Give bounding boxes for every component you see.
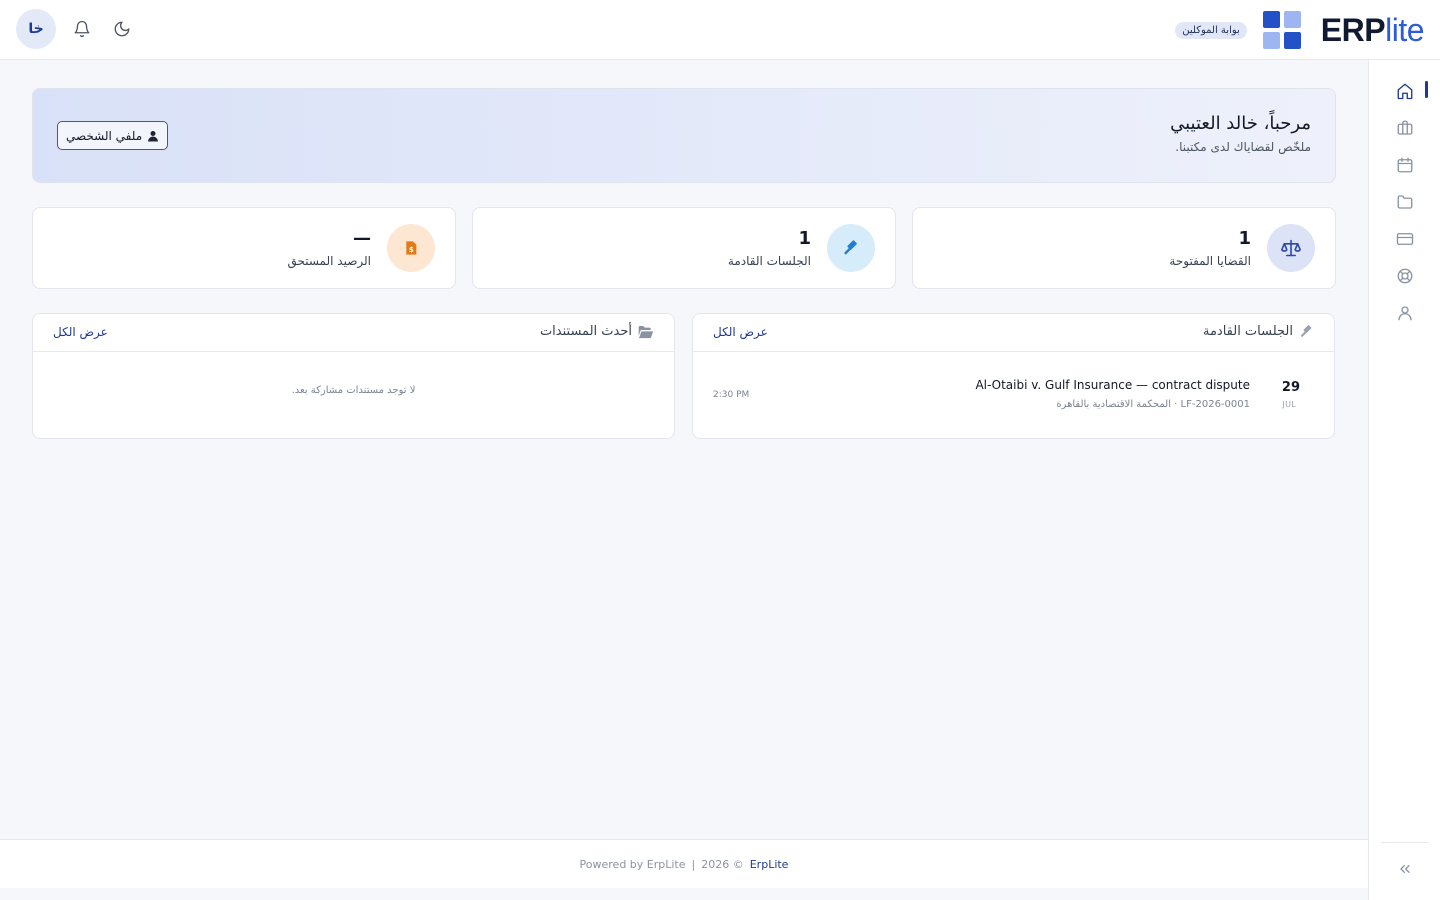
active-indicator — [1425, 81, 1428, 98]
logo-erp: ERP — [1320, 12, 1386, 48]
stat-value: — — [353, 228, 371, 249]
my-profile-button[interactable]: ملفي الشخصي — [57, 121, 169, 150]
powered-by-text: Powered by ErpLite — [579, 857, 686, 871]
session-day: 29 — [1281, 380, 1300, 395]
footer-separator: | — [691, 857, 696, 871]
stat-card-open-cases[interactable]: 1 القضايا المفتوحة — [912, 207, 1336, 289]
credit-card-icon — [1396, 233, 1414, 245]
brand-link[interactable]: ErpLite — [750, 858, 789, 871]
logo-lite: lite — [1385, 12, 1424, 48]
session-title: Al-Otaibi v. Gulf Insurance — contract d… — [975, 378, 1250, 392]
session-item[interactable]: 29 JUL Al-Otaibi v. Gulf Insurance — con… — [693, 366, 1334, 426]
home-icon — [1397, 83, 1413, 100]
moon-icon[interactable] — [112, 19, 132, 39]
logo-icon — [1262, 11, 1301, 49]
sidebar-divider — [1381, 842, 1428, 843]
stat-label: القضايا المفتوحة — [1169, 254, 1251, 268]
footer: Powered by ErpLite | 2026 © ErpLite — [0, 839, 1368, 888]
logo-text[interactable]: ERPlite — [1320, 12, 1425, 48]
session-subtitle: LF-2026-0001 · المحكمة الاقتصادية بالقاه… — [1056, 399, 1250, 410]
folder-open-icon — [638, 325, 654, 338]
folder-icon — [1397, 195, 1413, 209]
gavel-icon — [827, 224, 875, 272]
welcome-title: مرحباً، خالد العتيبي — [1170, 113, 1311, 134]
lifebuoy-icon — [1397, 268, 1413, 284]
upcoming-sessions-panel: الجلسات القادمة عرض الكل 29 JUL Al-Otaib… — [692, 313, 1335, 439]
session-month: JUL — [1282, 400, 1296, 409]
stat-value: 1 — [1238, 228, 1251, 249]
panel-header: أحدث المستندات عرض الكل — [33, 314, 674, 352]
my-profile-label: ملفي الشخصي — [66, 128, 143, 143]
panel-title: أحدث المستندات — [540, 324, 654, 339]
invoice-icon: $ — [387, 224, 435, 272]
svg-text:$: $ — [409, 245, 414, 254]
stat-card-upcoming-sessions[interactable]: 1 الجلسات القادمة — [472, 207, 896, 289]
sidebar-item-profile[interactable] — [1395, 303, 1415, 323]
brand: بوابة الموكلين ERPlite — [1175, 10, 1424, 50]
panel-title-text: أحدث المستندات — [539, 324, 632, 339]
sidebar — [1368, 60, 1440, 900]
view-all-documents-link[interactable]: عرض الكل — [53, 325, 108, 339]
user-icon — [148, 130, 159, 141]
user-avatar[interactable]: خا — [16, 9, 56, 49]
sidebar-item-support[interactable] — [1395, 266, 1415, 286]
user-icon — [1398, 306, 1412, 321]
recent-documents-panel: أحدث المستندات عرض الكل لا توجد مستندات … — [32, 313, 675, 439]
chevrons-left-icon[interactable] — [1395, 859, 1415, 879]
stat-label: الجلسات القادمة — [727, 254, 811, 268]
bell-icon[interactable] — [72, 19, 92, 39]
sidebar-item-billing[interactable] — [1395, 229, 1415, 249]
stat-label: الرصيد المستحق — [287, 254, 371, 268]
sidebar-item-home[interactable] — [1395, 81, 1415, 101]
view-all-sessions-link[interactable]: عرض الكل — [713, 325, 768, 339]
panel-title-text: الجلسات القادمة — [1202, 324, 1293, 339]
sidebar-item-documents[interactable] — [1395, 192, 1415, 212]
stat-card-balance-due[interactable]: $ — الرصيد المستحق — [32, 207, 456, 289]
panel-header: الجلسات القادمة عرض الكل — [693, 314, 1334, 352]
gavel-icon — [1300, 325, 1312, 337]
stat-value: 1 — [798, 228, 811, 249]
briefcase-icon — [1397, 120, 1413, 135]
calendar-icon — [1397, 157, 1413, 173]
top-bar: خا بوابة الموكلين ERPlite — [0, 0, 1440, 60]
portal-badge: بوابة الموكلين — [1175, 21, 1247, 39]
sidebar-item-calendar[interactable] — [1395, 155, 1415, 175]
welcome-subtitle: ملخّص لقضاياك لدى مكتبنا. — [1175, 140, 1311, 154]
panel-title: الجلسات القادمة — [1203, 324, 1314, 339]
empty-documents-message: لا توجد مستندات مشاركة بعد. — [291, 385, 416, 396]
session-time: 2:30 PM — [713, 390, 750, 400]
scale-icon — [1267, 224, 1315, 272]
copyright-text: 2026 © — [701, 857, 744, 871]
sidebar-item-cases[interactable] — [1395, 118, 1415, 138]
welcome-banner: مرحباً، خالد العتيبي ملخّص لقضاياك لدى م… — [32, 88, 1336, 183]
